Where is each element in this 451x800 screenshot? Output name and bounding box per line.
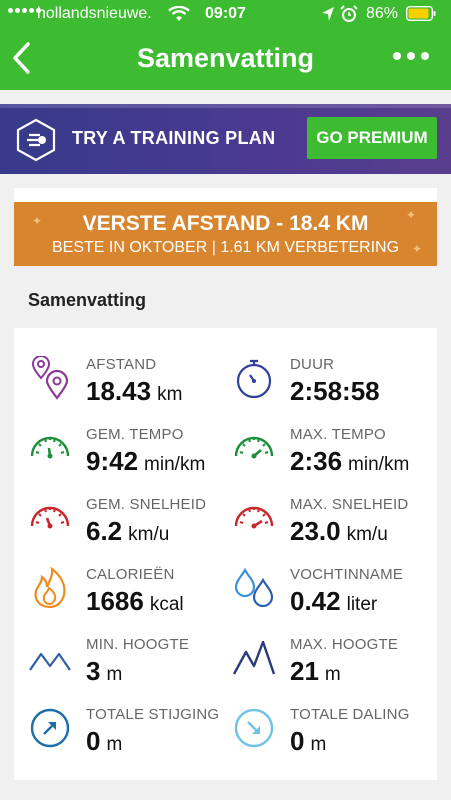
stat-value: 23.0 [290,516,341,546]
stat-unit: m [324,664,341,685]
stopwatch-icon [236,359,272,399]
battery-icon [406,6,436,21]
pace-gauge-icon [234,436,274,459]
stat-value: 1686 [86,586,144,616]
stat-value-row: 0m [290,726,326,757]
stat-value: 0 [290,726,305,756]
battery-percentage: 86% [366,5,399,22]
descent-icon [234,708,274,748]
ascent-icon [30,708,70,748]
speed-gauge-icon [234,506,274,529]
mountain-low-icon [29,652,71,671]
stat-value-row: 23.0 km/u [290,516,388,547]
page-title: Samenvatting [136,43,315,73]
stat-value-row: 18.43 km [86,376,182,407]
stat-value: 0.42 [290,586,341,616]
stat-hydration: VOCHTINNAME 0.42 liter [232,566,432,630]
record-title: VERSTE AFSTAND - 18.4 KM [82,212,369,235]
stat-label: TOTALE STIJGING [86,706,220,723]
stat-unit: m [106,664,123,685]
stat-label: AFSTAND [86,356,157,373]
stat-value: 18.43 [86,376,152,406]
stat-label: TOTALE DALING [290,706,410,723]
stat-unit: km [157,384,183,405]
stat-calories: CALORIEËN 1686 kcal [28,566,228,630]
stat-value: 21 [290,656,319,686]
stat-value: 9:42 [86,446,139,476]
stat-avg-speed: GEM. SNELHEID 6.2 km/u [28,496,228,560]
stat-unit: m [106,734,123,755]
app-header: hollandsnieuwe. 09:07 86% Samenvatting [0,0,451,90]
location-pins-icon [31,356,69,400]
training-plan-icon [16,118,56,162]
stat-duration: DUUR 2:58:58 [232,356,432,420]
stat-value-row: 3m [86,656,122,687]
stat-label: CALORIEËN [86,566,175,583]
stat-max-pace: MAX. TEMPO 2:36 min/km [232,426,432,490]
stat-avg-pace: GEM. TEMPO 9:42 min/km [28,426,228,490]
stat-value-row: 2:36 min/km [290,446,409,477]
stat-label: DUUR [290,356,335,373]
stat-value: 0 [86,726,101,756]
pace-gauge-icon [30,436,70,459]
stat-max-speed: MAX. SNELHEID 23.0 km/u [232,496,432,560]
stat-unit: kcal [149,594,184,615]
status-bar: hollandsnieuwe. 09:07 86% [0,0,451,28]
stat-value-row: 9:42 min/km [86,446,205,477]
alarm-clock-icon [340,5,358,22]
stat-unit: km/u [346,524,388,545]
stat-value-row: 6.2 km/u [86,516,169,547]
stat-label: GEM. TEMPO [86,426,184,443]
stat-unit: liter [346,594,378,615]
stat-label: VOCHTINNAME [290,566,404,583]
card-top [14,188,437,202]
training-plan-text: TRY A TRAINING PLAN [72,128,276,148]
section-title: Samenvatting [28,290,147,310]
stat-total-descent: TOTALE DALING 0m [232,706,432,770]
stat-unit: km/u [128,524,170,545]
water-drops-icon [234,567,274,608]
stat-label: MAX. HOOGTE [290,636,399,653]
stat-value: 3 [86,656,101,686]
stat-max-altitude: MAX. HOOGTE 21 m [232,636,432,700]
stat-value-row: 0.42 liter [290,586,377,617]
stat-unit: min/km [348,454,410,475]
stats-grid: AFSTAND 18.43 km DUUR 2:58:58 GEM. TEMPO … [14,328,437,780]
go-premium-button[interactable]: GO PREMIUM [307,117,437,159]
location-arrow-icon [322,7,334,21]
stat-label: MIN. HOOGTE [86,636,190,653]
more-options-icon[interactable] [393,52,429,60]
mountain-high-icon [232,640,276,675]
record-banner[interactable]: ✦ ✦ ✦ ✦ VERSTE AFSTAND - 18.4 KM BESTE I… [14,202,437,266]
stat-distance: AFSTAND 18.43 km [28,356,228,420]
stat-value-row: 1686 kcal [86,586,184,617]
stat-value-row: 2:58:58 [290,376,380,407]
stat-unit: m [310,734,327,755]
record-subtitle: BESTE IN OKTOBER | 1.61 KM VERBETERING [51,239,400,256]
stat-label: MAX. SNELHEID [290,496,409,513]
speed-gauge-icon [30,506,70,529]
flame-icon [34,566,66,609]
stat-value: 6.2 [86,516,123,546]
stat-label: GEM. SNELHEID [86,496,207,513]
stat-min-altitude: MIN. HOOGTE 3m [28,636,228,700]
stat-value-row: 21 m [290,656,341,687]
stat-unit: min/km [144,454,206,475]
stat-value: 2:58:58 [290,376,380,406]
stat-label: MAX. TEMPO [290,426,386,443]
stat-total-ascent: TOTALE STIJGING 0m [28,706,228,770]
stat-value-row: 0m [86,726,122,757]
stat-value: 2:36 [290,446,343,476]
